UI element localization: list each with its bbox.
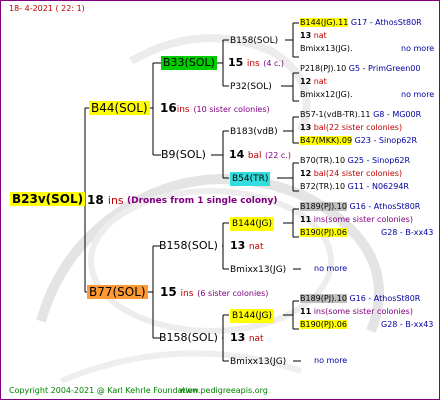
queen-b54[interactable]: B54(TR) (230, 172, 271, 186)
footer-copyright: Copyright 2004-2021 @ Karl Kehrle Founda… (9, 386, 198, 395)
footer-site-link[interactable]: www.pedigreeapis.org (179, 385, 268, 396)
g4-more[interactable]: no more (314, 263, 347, 274)
queen-b44[interactable]: B44(SOL) (89, 101, 150, 115)
root-ins: 18 ins (87, 193, 124, 207)
g4-ins-row: 12 nat (300, 77, 327, 86)
g4-ref[interactable]: G28 - B-xx43 (381, 227, 433, 238)
g4-ins-row: 13 bal(22 sister colonies) (300, 123, 403, 132)
g4-row[interactable]: B70(TR).10 G25 - Sinop62R (300, 155, 410, 166)
queen-b158-lower[interactable]: B158(SOL) (159, 331, 218, 345)
queen-root[interactable]: B23v(SOL) (10, 192, 86, 206)
g4-row[interactable]: B144(JG).11 G17 - AthosSt80R (300, 17, 422, 28)
queen-b144-lower[interactable]: B144(JG) (230, 309, 275, 323)
g4-row[interactable]: B72(TR).10 G11 - N06294R (300, 181, 409, 192)
b9-ins: 14 bal (22 c.) (229, 148, 291, 161)
queen-b144-upper[interactable]: B144(JG) (230, 217, 275, 231)
root-note: (Drones from 1 single colony) (127, 196, 278, 206)
g4-row[interactable]: Bmixx12(JG). (300, 89, 353, 100)
queen-b9[interactable]: B9(SOL) (161, 148, 206, 162)
g4-row[interactable]: B190(PJ).06 (300, 227, 347, 238)
g4-row[interactable]: B189(PJ).10 G16 - AthosSt80R (300, 201, 420, 212)
g4-ins-row: 11 ins(some sister colonies) (300, 215, 413, 224)
g4-row[interactable]: P218(PJ).10 G5 - PrimGreen00 (300, 63, 420, 74)
g4-row[interactable]: B190(PJ).06 (300, 319, 347, 330)
queen-p32[interactable]: P32(SOL) (230, 80, 272, 94)
g4-row[interactable]: B189(PJ).10 G16 - AthosSt80R (300, 293, 420, 304)
b33-ins: 15 ins (4 c.) (228, 56, 285, 69)
g4-more[interactable]: no more (401, 89, 434, 100)
b77-ins: 15 ins (6 sister colonies) (160, 285, 269, 299)
queen-b183[interactable]: B183(vdB) (230, 125, 278, 139)
queen-b158-sol[interactable]: B158(SOL) (230, 34, 278, 48)
queen-bmixx13-lower[interactable]: Bmixx13(JG) (230, 355, 286, 369)
queen-bmixx13-upper[interactable]: Bmixx13(JG) (230, 263, 286, 277)
g4-row[interactable]: Bmixx13(JG). (300, 43, 353, 54)
queen-b158-upper[interactable]: B158(SOL) (159, 239, 218, 253)
queen-b33[interactable]: B33(SOL) (161, 56, 217, 70)
b158-upper-ins: 13 nat (230, 239, 264, 252)
pedigree-chart: 18- 4-2021 ( 22: 1) B23v(SOL) 18 ins (Dr… (0, 0, 440, 400)
queen-b77[interactable]: B77(SOL) (87, 285, 148, 299)
b44-ins: 16ins (10 sister colonies) (160, 101, 270, 115)
g4-ins-row: 12 bal(24 sister colonies) (300, 169, 403, 178)
g4-ins-row: 13 nat (300, 31, 327, 40)
g4-ins-row: 11 ins(some sister colonies) (300, 307, 413, 316)
g4-more[interactable]: no more (314, 355, 347, 366)
g4-ref[interactable]: G28 - B-xx43 (381, 319, 433, 330)
g4-row[interactable]: B57-1(vdB-TR).11 G8 - MG00R (300, 109, 421, 120)
header-date: 18- 4-2021 ( 22: 1) (9, 4, 85, 13)
b158-lower-ins: 13 nat (230, 331, 264, 344)
g4-more[interactable]: no more (401, 43, 434, 54)
g4-row[interactable]: B47(MKK).09 G23 - Sinop62R (300, 135, 417, 146)
